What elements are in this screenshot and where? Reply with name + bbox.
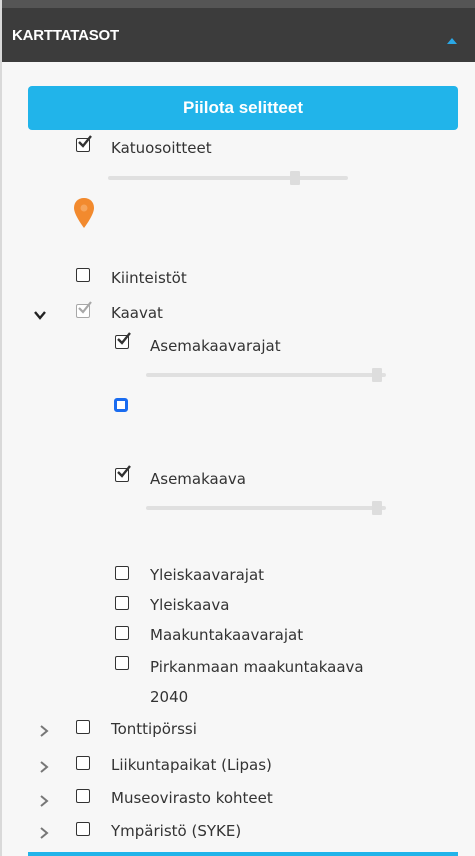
slider-handle[interactable] <box>290 171 300 185</box>
museovirasto-label: Museovirasto kohteet <box>111 789 273 807</box>
pirkanmaan-maakuntakaava-label-year: 2040 <box>150 688 189 706</box>
asemakaava-checkbox[interactable] <box>115 465 131 482</box>
map-layers-panel: KARTTATASOT Piilota selitteet Katuosoitt… <box>0 0 475 856</box>
checkmark-icon <box>78 301 92 314</box>
liikuntapaikat-checkbox[interactable] <box>76 756 90 770</box>
tonttiporssi-label: Tonttipörssi <box>111 720 197 738</box>
boundary-legend-symbol <box>114 398 128 412</box>
asemakaava-label: Asemakaava <box>150 470 246 488</box>
asemakaavarajat-label: Asemakaavarajat <box>150 337 281 355</box>
katuosoitteet-checkbox[interactable] <box>76 135 92 152</box>
yleiskaavarajat-label: Yleiskaavarajat <box>150 566 265 584</box>
ymparisto-label: Ympäristö (SYKE) <box>111 822 242 840</box>
asemakaavarajat-checkbox[interactable] <box>115 332 131 349</box>
panel-body <box>2 62 475 856</box>
asemakaava-opacity-slider[interactable] <box>146 501 386 515</box>
slider-handle[interactable] <box>372 501 382 515</box>
maakuntakaavarajat-checkbox[interactable] <box>115 626 129 640</box>
ymparisto-checkbox[interactable] <box>76 822 90 836</box>
map-marker-icon <box>74 198 94 228</box>
collapse-caret-icon[interactable] <box>447 38 457 44</box>
tonttiporssi-checkbox[interactable] <box>76 720 90 734</box>
top-strip <box>2 0 475 8</box>
pirkanmaan-maakuntakaava-checkbox[interactable] <box>115 656 129 670</box>
chevron-right-icon[interactable] <box>37 826 51 840</box>
kaavat-label: Kaavat <box>111 304 163 322</box>
pirkanmaan-maakuntakaava-label: Pirkanmaan maakuntakaava <box>150 658 364 676</box>
yleiskaava-checkbox[interactable] <box>115 596 129 610</box>
liikuntapaikat-label: Liikuntapaikat (Lipas) <box>111 756 272 774</box>
slider-handle[interactable] <box>372 368 382 382</box>
yleiskaavarajat-checkbox[interactable] <box>115 566 129 580</box>
museovirasto-checkbox[interactable] <box>76 789 90 803</box>
maakuntakaavarajat-label: Maakuntakaavarajat <box>150 626 304 644</box>
chevron-right-icon[interactable] <box>37 794 51 808</box>
checkmark-icon <box>117 465 131 478</box>
checkmark-icon <box>117 332 131 345</box>
panel-title: KARTTATASOT <box>12 27 119 44</box>
checkmark-icon <box>78 135 92 148</box>
yleiskaava-label: Yleiskaava <box>150 596 230 614</box>
katuosoitteet-label: Katuosoitteet <box>111 139 212 157</box>
kaavat-checkbox[interactable] <box>76 301 92 318</box>
bottom-accent-bar <box>28 852 458 856</box>
chevron-right-icon[interactable] <box>37 724 51 738</box>
katuosoitteet-opacity-slider[interactable] <box>108 171 348 185</box>
panel-header[interactable]: KARTTATASOT <box>2 8 475 62</box>
hide-legends-button[interactable]: Piilota selitteet <box>28 86 458 130</box>
chevron-right-icon[interactable] <box>37 760 51 774</box>
chevron-down-icon[interactable] <box>33 308 47 322</box>
asemakaavarajat-opacity-slider[interactable] <box>146 368 386 382</box>
kiinteistot-checkbox[interactable] <box>76 268 90 282</box>
kiinteistot-label: Kiinteistöt <box>111 269 187 287</box>
